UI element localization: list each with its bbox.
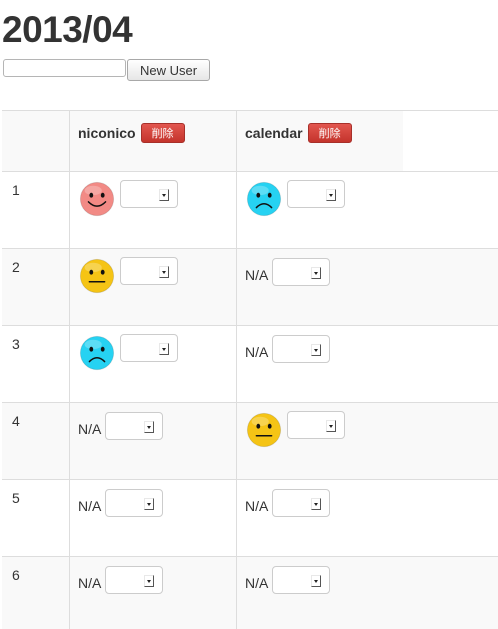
dropdown-arrow-icon	[159, 189, 169, 201]
table-row: 5 N/A N/A	[2, 479, 498, 556]
na-label: N/A	[78, 498, 102, 514]
table-row: 2 N/A	[2, 248, 498, 325]
na-label: N/A	[78, 575, 102, 591]
dropdown-arrow-icon	[144, 421, 155, 433]
mood-select[interactable]	[272, 566, 331, 594]
dropdown-arrow-icon	[311, 498, 322, 510]
table-cell: N/A	[245, 335, 331, 373]
mood-select[interactable]	[105, 489, 164, 517]
table-cell: N/A	[78, 489, 164, 527]
new-user-button[interactable]: New User	[127, 59, 210, 81]
table-cell	[78, 180, 178, 218]
column-divider	[236, 111, 237, 629]
na-label: N/A	[245, 344, 269, 360]
column-header-calendar: calendar 削除	[245, 123, 352, 143]
mood-select[interactable]	[287, 411, 345, 439]
delete-column-button[interactable]: 削除	[140, 123, 185, 143]
row-number: 2	[12, 259, 20, 275]
neutral-face-icon	[79, 258, 115, 294]
mood-select[interactable]	[120, 180, 178, 208]
row-number: 5	[12, 490, 20, 506]
na-label: N/A	[78, 421, 102, 437]
dropdown-arrow-icon	[144, 498, 155, 510]
row-number: 6	[12, 567, 20, 583]
sad-face-icon	[79, 335, 115, 371]
table-cell: N/A	[78, 566, 164, 604]
mood-select[interactable]	[272, 489, 331, 517]
neutral-face-icon	[246, 412, 282, 448]
table-cell	[78, 334, 178, 372]
mood-select[interactable]	[272, 335, 331, 363]
table-row: 1	[2, 171, 498, 248]
table-cell: N/A	[245, 566, 331, 604]
table-cell	[245, 411, 345, 449]
mood-select[interactable]	[105, 566, 164, 594]
table-cell: N/A	[245, 258, 331, 296]
sad-face-icon	[246, 181, 282, 217]
column-divider	[69, 111, 70, 629]
column-title: niconico	[78, 125, 136, 141]
table-cell: N/A	[245, 489, 331, 527]
table-cell: N/A	[78, 412, 164, 450]
dropdown-arrow-icon	[311, 344, 322, 356]
table-cell	[78, 257, 178, 295]
dropdown-arrow-icon	[311, 575, 322, 587]
table-header: niconico 削除 calendar 削除	[2, 111, 403, 171]
column-title: calendar	[245, 125, 303, 141]
delete-column-button[interactable]: 削除	[307, 123, 352, 143]
na-label: N/A	[245, 575, 269, 591]
new-user-input[interactable]	[3, 59, 126, 77]
dropdown-arrow-icon	[326, 189, 336, 201]
table-row: 3 N/A	[2, 325, 498, 402]
mood-select[interactable]	[120, 257, 178, 285]
mood-select[interactable]	[120, 334, 178, 362]
dropdown-arrow-icon	[144, 575, 155, 587]
dropdown-arrow-icon	[159, 343, 169, 355]
mood-select[interactable]	[287, 180, 345, 208]
mood-select[interactable]	[105, 412, 164, 440]
column-header-niconico: niconico 削除	[78, 123, 185, 143]
row-number: 3	[12, 336, 20, 352]
row-number: 1	[12, 182, 20, 198]
mood-select[interactable]	[272, 258, 331, 286]
dropdown-arrow-icon	[311, 267, 322, 279]
dropdown-arrow-icon	[159, 266, 169, 278]
dropdown-arrow-icon	[326, 420, 336, 432]
table-row: 4 N/A	[2, 402, 498, 479]
happy-face-icon	[79, 181, 115, 217]
page-title: 2013/04	[2, 9, 133, 50]
na-label: N/A	[245, 267, 269, 283]
table-cell	[245, 180, 345, 218]
na-label: N/A	[245, 498, 269, 514]
page: 2013/04 New User niconico 削除 calendar 削除 12…	[0, 0, 498, 629]
table-row: 6 N/A N/A	[2, 556, 498, 629]
row-number: 4	[12, 413, 20, 429]
